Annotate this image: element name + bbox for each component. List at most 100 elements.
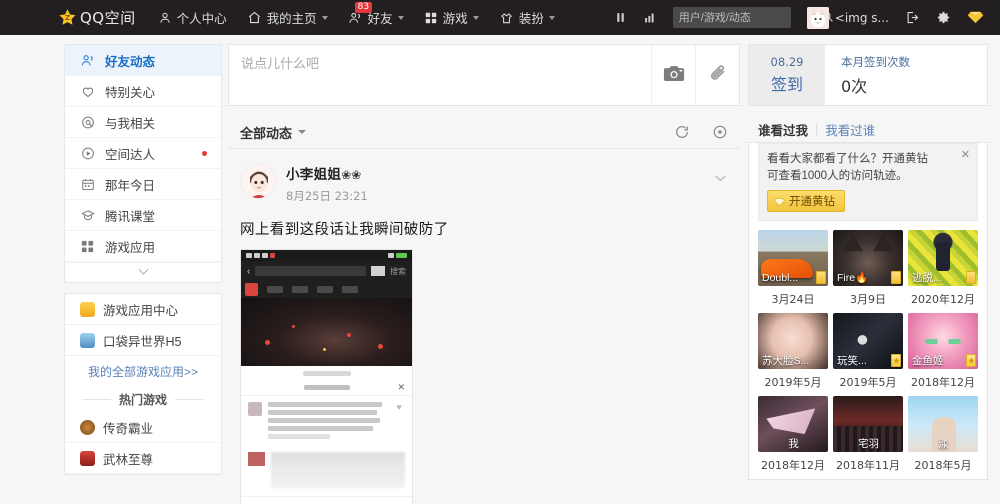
- promo-line-2: 可查看1000人的访问轨迹。: [767, 170, 908, 182]
- phone-tab-row: [241, 281, 412, 298]
- post-timestamp: 8月25日 23:21: [286, 189, 368, 203]
- logout-icon[interactable]: [905, 10, 920, 25]
- bar-chart-icon[interactable]: [643, 11, 657, 24]
- left-sidebar: 好友动态 特别关心 与我相关 空间达人 那年今日 腾讯课堂 游戏应用 游戏应用中…: [64, 44, 222, 504]
- sidebar-nav-panel: 好友动态 特别关心 与我相关 空间达人 那年今日 腾讯课堂 游戏应用: [64, 44, 222, 283]
- post-more-button[interactable]: [715, 171, 726, 182]
- visitor-thumbnail[interactable]: 玩笑...: [833, 313, 903, 369]
- target-icon[interactable]: [712, 124, 728, 140]
- sidebar-expand-button[interactable]: [65, 262, 221, 282]
- feed-filter-label[interactable]: 全部动态: [240, 123, 292, 142]
- post-author-name[interactable]: 小李姐姐❀❀: [286, 163, 368, 183]
- signin-button[interactable]: 08.29 签到: [749, 45, 825, 105]
- signin-count-value: 0次: [841, 76, 868, 96]
- nav-item-decoration[interactable]: 装扮: [499, 8, 555, 27]
- game-icon: [80, 301, 95, 317]
- all-my-games-link[interactable]: 我的全部游戏应用>>: [65, 356, 221, 386]
- visitor-thumbnail[interactable]: 逃脱...: [908, 230, 978, 286]
- avatar[interactable]: [806, 6, 829, 29]
- visitors-grid: Doubl... 3月24日 Fire🔥 3月9日 逃脱... 2020年12月…: [749, 230, 987, 475]
- sidebar-item-label: 与我相关: [105, 116, 156, 131]
- composer-input[interactable]: [229, 45, 651, 105]
- sidebar-item-that-day[interactable]: 那年今日: [65, 169, 221, 200]
- visitor-thumbnail[interactable]: 我: [758, 396, 828, 452]
- game-icon: [80, 332, 95, 348]
- page-body: 好友动态 特别关心 与我相关 空间达人 那年今日 腾讯课堂 游戏应用 游戏应用中…: [0, 35, 1000, 504]
- visitor-date: 2018年11月: [836, 459, 900, 472]
- chevron-down-icon: [548, 15, 555, 20]
- visitor-thumbnail[interactable]: 金鱼姬: [908, 313, 978, 369]
- sidebar-item-zone-star[interactable]: 空间达人: [65, 138, 221, 169]
- avatar[interactable]: [240, 163, 276, 199]
- phone-tab: [342, 286, 358, 293]
- tab-who-i-visited[interactable]: 我看过谁: [825, 120, 875, 139]
- visitor-cell[interactable]: 宅羽 2018年11月: [833, 396, 903, 475]
- game-item-app-center[interactable]: 游戏应用中心: [65, 294, 221, 325]
- visitor-thumbnail[interactable]: Doubl...: [758, 230, 828, 286]
- search-input[interactable]: [678, 11, 821, 24]
- sidebar-item-special-care[interactable]: 特别关心: [65, 76, 221, 107]
- hot-game-item-chuanqi[interactable]: 传奇霸业: [65, 412, 221, 443]
- grid-icon: [424, 11, 438, 25]
- qzone-logo[interactable]: Z QQ空间: [58, 7, 136, 28]
- visitor-cell[interactable]: 苏大脸S... 2019年5月: [758, 313, 828, 392]
- visitor-cell[interactable]: Fire🔥 3月9日: [833, 230, 903, 309]
- visitor-cell[interactable]: 金鱼姬 2018年12月: [908, 313, 978, 392]
- sidebar-item-game-apps[interactable]: 游戏应用: [65, 231, 221, 262]
- sidebar-item-tencent-class[interactable]: 腾讯课堂: [65, 200, 221, 231]
- nav-item-games[interactable]: 游戏: [424, 8, 479, 27]
- visitor-thumbnail[interactable]: 苏大脸S...: [758, 313, 828, 369]
- visitor-thumbnail[interactable]: Fire🔥: [833, 230, 903, 286]
- open-yellow-diamond-button[interactable]: 开通黄钻: [767, 190, 845, 212]
- yellow-diamond-icon: [774, 197, 785, 206]
- main-feed-column: 全部动态: [228, 44, 740, 504]
- visitor-name: 宅羽: [858, 438, 879, 450]
- refresh-icon[interactable]: [674, 124, 690, 140]
- visitor-date: 2019年5月: [839, 376, 897, 389]
- global-search-box[interactable]: [672, 7, 833, 28]
- game-label: 口袋异世界H5: [103, 334, 182, 349]
- top-navigation-bar: Z QQ空间 个人中心 我的主页 83 好友 游戏 装扮 用户/游戏/动态 <i…: [0, 0, 1000, 35]
- visitor-thumbnail[interactable]: 宅羽: [833, 396, 903, 452]
- tab-who-visited-me[interactable]: 谁看过我: [758, 120, 808, 139]
- sidebar-item-label: 好友动态: [105, 54, 156, 69]
- composer-attach-button[interactable]: [695, 45, 739, 105]
- visitor-name: 渁: [938, 438, 949, 450]
- class-icon: [80, 208, 98, 223]
- close-icon[interactable]: ✕: [961, 150, 970, 161]
- visitor-cell[interactable]: 渁 2018年5月: [908, 396, 978, 475]
- username-label[interactable]: <img s...: [835, 11, 889, 25]
- feed-post: 小李姐姐❀❀ 8月25日 23:21 网上看到这段话让我瞬间破防了 ‹ 搜索 ✕…: [228, 149, 740, 504]
- chevron-down-icon: [321, 15, 328, 20]
- battery-icon: [396, 253, 407, 258]
- hot-game-item-wulin[interactable]: 武林至尊: [65, 443, 221, 474]
- gear-icon[interactable]: [936, 10, 951, 25]
- composer-photo-button[interactable]: [651, 45, 695, 105]
- yellow-diamond-promo: ✕ 看看大家都看了什么？开通黄钻 可查看1000人的访问轨迹。 开通黄钻: [758, 143, 978, 221]
- phone-status-left-icons: [246, 253, 386, 258]
- game-label: 传奇霸业: [103, 421, 154, 436]
- visitor-cell[interactable]: 玩笑... 2019年5月: [833, 313, 903, 392]
- text-line: [268, 402, 383, 407]
- nav-label: 游戏: [442, 12, 468, 26]
- nav-item-my-homepage[interactable]: 我的主页: [247, 8, 328, 27]
- sidebar-item-related-to-me[interactable]: 与我相关: [65, 107, 221, 138]
- nav-item-personal-center[interactable]: 个人中心: [158, 8, 227, 27]
- yellow-diamond-icon[interactable]: [967, 11, 984, 24]
- game-item-pocket-world[interactable]: 口袋异世界H5: [65, 325, 221, 356]
- phone-footer: [241, 496, 412, 504]
- phone-hero-image: [241, 298, 412, 366]
- visitor-cell[interactable]: 逃脱... 2020年12月: [908, 230, 978, 309]
- sidebar-item-friends-feed[interactable]: 好友动态: [65, 45, 221, 76]
- visitor-thumbnail[interactable]: 渁: [908, 396, 978, 452]
- game-label: 游戏应用中心: [103, 303, 179, 318]
- visitor-cell[interactable]: 我 2018年12月: [758, 396, 828, 475]
- visitor-cell[interactable]: Doubl... 3月24日: [758, 230, 828, 309]
- logo-text: QQ空间: [80, 9, 136, 27]
- post-image[interactable]: ‹ 搜索 ✕ ♥: [240, 249, 413, 504]
- chevron-down-icon[interactable]: [298, 130, 307, 134]
- time-label: [262, 253, 268, 258]
- nav-item-friends[interactable]: 83 好友: [348, 2, 404, 27]
- pause-icon[interactable]: [614, 11, 627, 24]
- nav-label: 个人中心: [176, 12, 227, 26]
